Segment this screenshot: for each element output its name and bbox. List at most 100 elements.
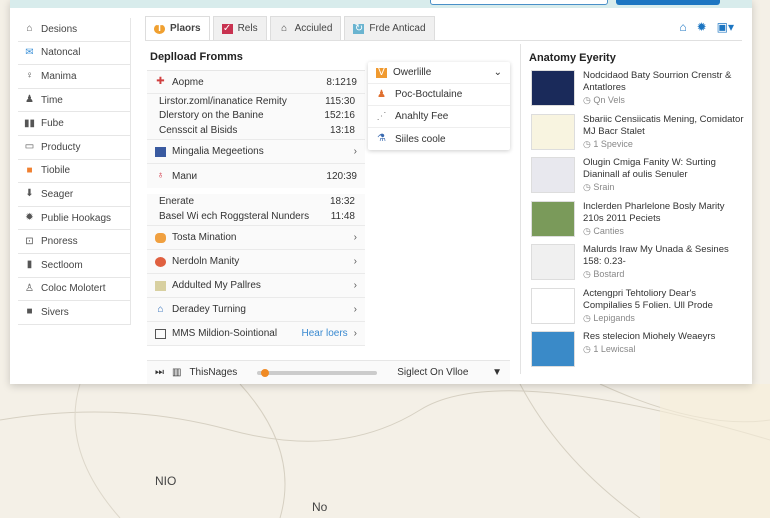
user-dropdown-icon[interactable]: ▣▾ <box>717 20 734 34</box>
article-item[interactable]: Inclerden Pharlelone Bosly Marity 210s 2… <box>531 200 746 237</box>
right-panel: Anatomy Eyerity Nodcidaod Baty Sourrion … <box>520 44 752 374</box>
article-meta: 1 Lewicsal <box>593 344 636 354</box>
sub-label: Enerate <box>159 195 195 207</box>
sidebar-item[interactable]: ⊡ Pnoress <box>18 230 131 254</box>
article-item[interactable]: Sbariic Censiicatis Mening, Comidator MJ… <box>531 113 746 150</box>
sidebar-item[interactable]: ▮▮ Fube <box>18 112 131 136</box>
sidebar-item-label: Sivers <box>41 306 69 318</box>
item-value: 120:39 <box>326 170 357 182</box>
article-item[interactable]: Actengpri Tehtoliory Dear's Compilalies … <box>531 287 746 324</box>
clock-icon: ◷ <box>583 95 594 105</box>
article-item[interactable]: Olugin Cmiga Fanity W: Surting Dianinall… <box>531 157 746 193</box>
list-item[interactable]: ✚ Aopme 8:1219 <box>147 70 365 94</box>
sidebar-item[interactable]: ▭ Producty <box>18 135 131 160</box>
clock-icon: ◷ <box>583 312 594 323</box>
list-item[interactable]: Mingalia Megeetions › <box>147 140 365 164</box>
v-icon: V <box>376 67 387 78</box>
item-label: Tosta Mination <box>172 232 237 243</box>
columns-icon: ▮▮ <box>24 117 36 129</box>
sub-label: Dlerstory on the Banine <box>159 109 264 121</box>
item-label: Nerdoln Manity <box>172 256 240 267</box>
sub-value: 13:18 <box>329 125 355 136</box>
search-button[interactable] <box>616 0 720 5</box>
search-input[interactable] <box>430 0 608 5</box>
sub-item[interactable]: Enerate 18:32 <box>147 194 365 208</box>
article-title: Res stelecion Miohely Weaeyrs <box>583 331 716 342</box>
slider-handle[interactable] <box>260 368 269 377</box>
list-item[interactable]: Nerdoln Manity › <box>147 250 365 274</box>
sidebar-item[interactable]: ■ Tiobile <box>18 159 131 184</box>
sidebar-item[interactable]: ■ Sivers <box>18 301 131 325</box>
list-item[interactable]: Addulted My Pallres › <box>147 274 365 298</box>
item-label: Poc-Boctulaine <box>395 89 463 100</box>
sub-item[interactable]: Lirstor.zoml/inanatice Remity 115:30 <box>147 94 365 108</box>
screen-icon <box>155 328 166 339</box>
sub-item[interactable]: Censscit al Bisids 13:18 <box>147 122 365 140</box>
sub-item[interactable]: Dlerstory on the Banine 152:16 <box>147 108 365 122</box>
article-item[interactable]: Res stelecion Miohely Weaeyrs ◷ 1 Lewicsa… <box>531 331 746 367</box>
select-label[interactable]: Siglect On Vlloe <box>397 367 484 378</box>
list-item[interactable]: ⌂ Deradey Turning › <box>147 298 365 322</box>
list-item[interactable]: MMS Mildion-Sointional Hear loers › <box>147 322 365 346</box>
dropdown-item[interactable]: ⚗ Siiles coole <box>368 128 510 150</box>
clock-icon: ◷ <box>583 182 594 192</box>
dropdown-selected[interactable]: V Owerlille ⌄ <box>368 62 510 84</box>
mail-icon: ✉ <box>25 46 34 58</box>
article-item[interactable]: Malurds Iraw My Unada & Sesines 158: 0.2… <box>531 244 746 280</box>
sidebar-item-label: Natoncal <box>41 47 81 59</box>
chevron-right-icon: › <box>353 304 357 315</box>
gear-icon: ✹ <box>25 212 34 224</box>
sidebar: ⌂ Desions ✉ Natoncal ♀ Manima ♟ Time ▮▮ Fube ▭ Prod… <box>18 18 131 325</box>
item-label: MMS Mildion-Sointional <box>172 328 278 339</box>
sub-value: 152:16 <box>324 109 355 121</box>
progress-slider[interactable] <box>257 368 378 377</box>
list-item[interactable]: Tosta Mination › <box>147 226 365 250</box>
caret-down-icon[interactable]: ▼ <box>492 367 502 378</box>
house-icon: ⌂ <box>157 303 164 315</box>
tab-acciuled[interactable]: ⌂ Acciuled <box>269 16 342 40</box>
sidebar-item[interactable]: ✹ Publie Hookags <box>18 206 131 231</box>
tab-label: Plaors <box>170 23 201 34</box>
tab-label: Frde Anticad <box>369 23 426 34</box>
sidebar-item-label: Manima <box>41 70 77 82</box>
sub-label: Lirstor.zoml/inanatice Remity <box>159 95 287 107</box>
thumbnail-image <box>531 200 575 237</box>
tab-plaors[interactable]: T Plaors <box>145 16 210 40</box>
flask-icon: ♙ <box>25 282 34 294</box>
divider <box>145 40 742 41</box>
sidebar-item-label: Desions <box>41 23 78 35</box>
sidebar-item-label: Coloc Molotert <box>41 283 106 295</box>
sidebar-item-label: Tiobile <box>41 165 71 177</box>
app-window: ⌂ Desions ✉ Natoncal ♀ Manima ♟ Time ▮▮ Fube ▭ Prod… <box>10 0 752 384</box>
sidebar-item-label: Fube <box>41 118 64 130</box>
clock-icon: ◷ <box>583 269 594 279</box>
sidebar-item[interactable]: ♀ Manima <box>18 65 131 89</box>
dropdown-item[interactable]: ♟ Poc-Boctulaine <box>368 84 510 106</box>
book-icon: ▮ <box>26 259 33 271</box>
sub-label: Censscit al Bisids <box>159 125 238 136</box>
tab-frde-anticad[interactable]: ↻ Frde Anticad <box>344 16 435 40</box>
sidebar-item[interactable]: ▮ Sectloom <box>18 253 131 278</box>
app-icon <box>155 256 166 267</box>
app-icon <box>155 232 166 243</box>
dropdown-item[interactable]: ⋰ Anahlty Fee <box>368 106 510 128</box>
sidebar-item[interactable]: ♟ Time <box>18 88 131 113</box>
item-label: Anahlty Fee <box>395 111 449 122</box>
tab-bar: T Plaors ✓ Rels ⌂ Acciuled ↻ Frde Anticad <box>145 16 435 40</box>
sidebar-item[interactable]: ⬇ Seager <box>18 183 131 207</box>
home-icon[interactable]: ⌂ <box>679 20 686 34</box>
sub-item[interactable]: Basel Wi ech Roggsteral Nunders 11:48 <box>147 208 365 226</box>
tab-rels[interactable]: ✓ Rels <box>212 16 267 40</box>
article-meta: Lepigands <box>593 312 635 323</box>
list-item[interactable]: ♁ Manи 120:39 <box>147 164 365 188</box>
gear-icon[interactable]: ✹ <box>697 20 707 34</box>
sidebar-item[interactable]: ⌂ Desions <box>18 18 131 42</box>
article-item[interactable]: Nodcidaod Baty Sourrion Crenstr & Antatl… <box>531 70 746 106</box>
article-title: Actengpri Tehtoliory Dear's Compilalies … <box>583 287 713 311</box>
skip-icon[interactable]: ⏭ <box>155 367 164 378</box>
network-icon: ⋰ <box>376 110 387 122</box>
chevron-down-icon: ⌄ <box>493 67 502 78</box>
sidebar-item[interactable]: ♙ Coloc Molotert <box>18 277 131 302</box>
sidebar-item[interactable]: ✉ Natoncal <box>18 41 131 66</box>
hear-loers-link[interactable]: Hear loers <box>302 328 348 339</box>
